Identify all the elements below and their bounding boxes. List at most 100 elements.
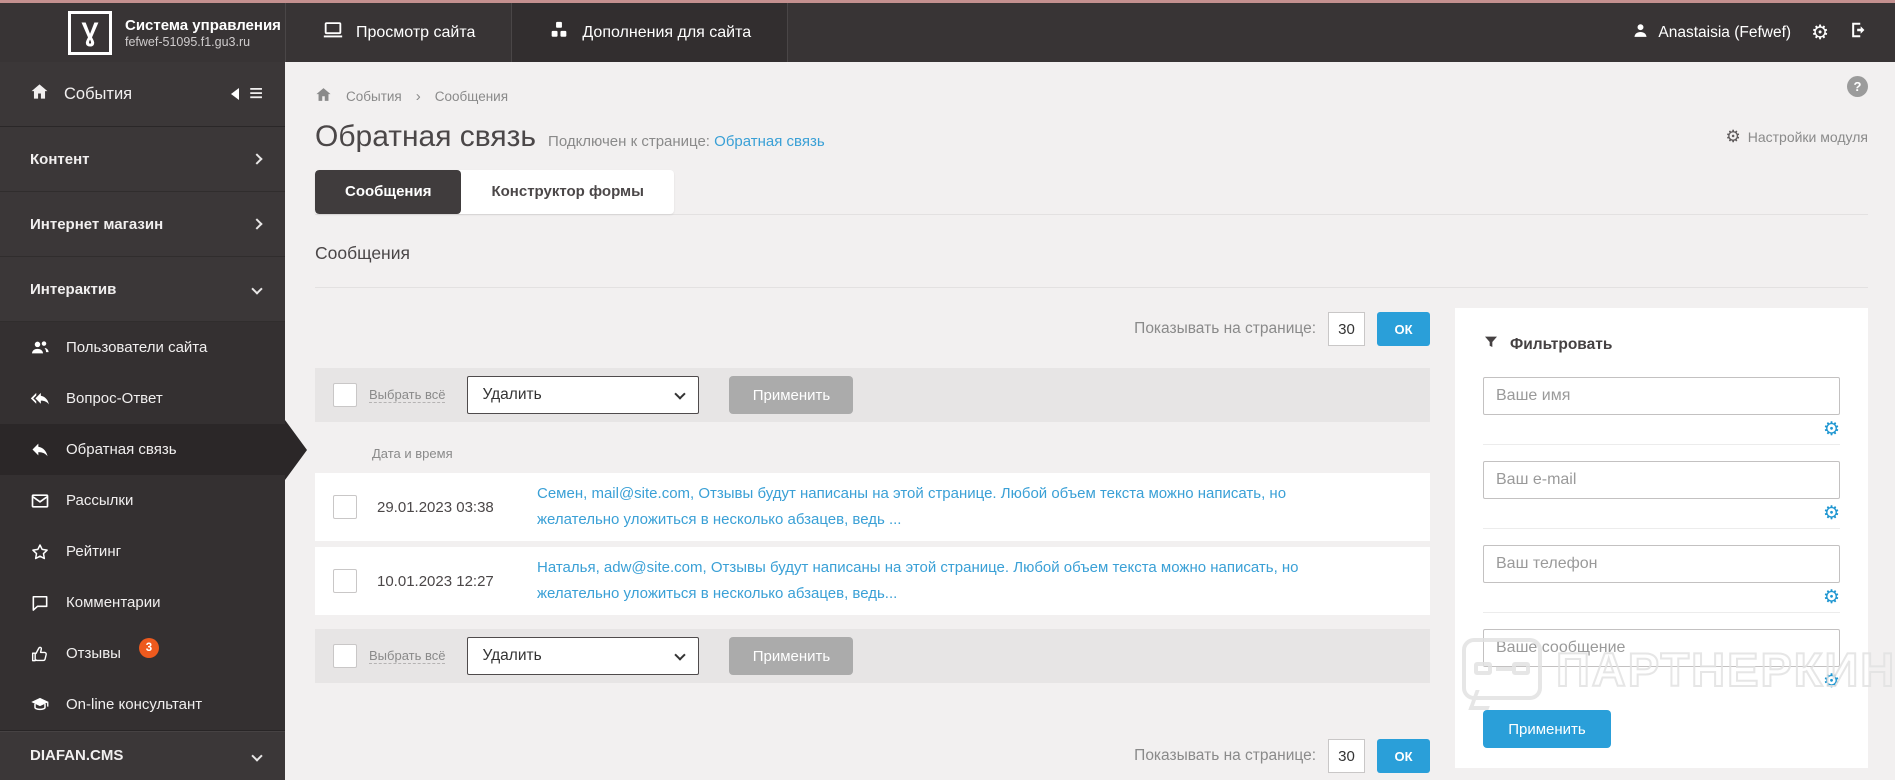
sidebar: События ≡ Контент Интернет магазин Интер… [0, 62, 307, 780]
bulk-action-select[interactable]: Удалить [467, 637, 700, 675]
home-icon [30, 82, 49, 106]
apply-bulk-button[interactable]: Применить [729, 376, 854, 414]
sidebar-section-content[interactable]: Контент [0, 127, 285, 192]
section-label: Интернет магазин [30, 215, 164, 233]
breadcrumb-messages: Сообщения [434, 88, 509, 104]
sidebar-item-newsletters[interactable]: Рассылки [0, 475, 285, 526]
sidebar-item-label: Рейтинг [66, 543, 122, 560]
comment-bubble-icon [30, 593, 50, 613]
per-page-row-bottom: Показывать на странице: ОК [315, 739, 1430, 773]
filter-header: Фильтровать [1483, 334, 1840, 355]
message-text[interactable]: Семен, mail@site.com, Отзывы будут напис… [537, 481, 1286, 533]
filter-message-input[interactable] [1483, 629, 1840, 667]
thumb-up-icon [30, 644, 50, 664]
select-all-label[interactable]: Выбрать всё [369, 648, 446, 664]
top-menu-label: Дополнения для сайта [582, 23, 752, 41]
chevron-down-icon [251, 749, 263, 762]
logout-icon[interactable] [1849, 20, 1869, 45]
message-row: 29.01.2023 03:38 Семен, mail@site.com, О… [315, 473, 1430, 541]
connected-page-label: Подключен к странице: Обратная связь [548, 133, 825, 150]
page-head: Обратная связь Подключен к странице: Обр… [315, 120, 1868, 154]
message-date: 29.01.2023 03:38 [377, 498, 494, 516]
ok-button[interactable]: ОК [1377, 312, 1430, 346]
top-menu-addons[interactable]: Дополнения для сайта [512, 3, 789, 62]
filter-phone-input[interactable] [1483, 545, 1840, 583]
sidebar-item-comments[interactable]: Комментарии [0, 577, 285, 628]
message-line: Наталья, adw@site.com, Отзывы будут напи… [537, 559, 1299, 576]
ok-button[interactable]: ОК [1377, 739, 1430, 773]
bulk-toolbar-top: Выбрать всё Удалить Применить [315, 368, 1430, 422]
sidebar-section-shop[interactable]: Интернет магазин [0, 192, 285, 257]
connected-label-text: Подключен к странице: [548, 133, 710, 150]
user-menu[interactable]: Anastaisia (Fefwef) [1632, 22, 1791, 44]
field-settings-gear-icon[interactable]: ⚙ [1823, 587, 1840, 608]
divider [1483, 612, 1840, 613]
module-settings-button[interactable]: ⚙ Настройки модуля [1725, 127, 1868, 147]
per-page-label: Показывать на странице: [1134, 747, 1316, 764]
sidebar-item-online-consultant[interactable]: On-line консультант [0, 679, 285, 730]
divider [315, 214, 1868, 215]
per-page-input[interactable] [1328, 312, 1365, 346]
bulk-action-value: Удалить [482, 386, 542, 403]
section-label: DIAFAN.CMS [30, 747, 124, 764]
row-checkbox[interactable] [333, 495, 357, 519]
bulk-action-select[interactable]: Удалить [467, 376, 700, 414]
message-row: 10.01.2023 12:27 Наталья, adw@site.com, … [315, 547, 1430, 615]
filter-panel: Фильтровать ⚙ ⚙ ⚙ ⚙ Применить [1455, 308, 1868, 768]
date-column-header: Дата и время [372, 446, 453, 461]
filter-email-input[interactable] [1483, 461, 1840, 499]
section-title: Сообщения [315, 243, 410, 263]
divider [1483, 444, 1840, 445]
field-settings-gear-icon[interactable]: ⚙ [1823, 503, 1840, 524]
breadcrumb: События › Сообщения [315, 62, 1868, 106]
brand[interactable]: Ɣ Система управления fefwef-51095.f1.gu3… [0, 3, 285, 62]
top-menu-label: Просмотр сайта [356, 23, 476, 41]
interactive-submenu: Пользователи сайта Вопрос-Ответ Обратная… [0, 322, 307, 731]
select-all-label[interactable]: Выбрать всё [369, 387, 446, 403]
sidebar-item-label: Пользователи сайта [66, 339, 208, 356]
field-settings-gear-icon[interactable]: ⚙ [1823, 419, 1840, 440]
filter-name-input[interactable] [1483, 377, 1840, 415]
breadcrumb-separator: › [415, 87, 421, 105]
select-all-checkbox[interactable] [333, 644, 357, 668]
message-line: желательно уложиться в несколько абзацев… [537, 511, 902, 528]
field-settings-gear-icon[interactable]: ⚙ [1823, 671, 1840, 692]
collapse-sidebar-icon[interactable] [230, 88, 239, 100]
filter-group-name: ⚙ [1483, 377, 1840, 445]
tab-messages[interactable]: Сообщения [315, 170, 462, 214]
sidebar-item-events[interactable]: События ≡ [0, 62, 285, 127]
top-menu-view-site[interactable]: Просмотр сайта [285, 3, 513, 62]
per-page-input[interactable] [1328, 739, 1365, 773]
apply-bulk-button[interactable]: Применить [729, 637, 854, 675]
sidebar-section-diafan-cms[interactable]: DIAFAN.CMS [0, 731, 285, 779]
divider [1483, 528, 1840, 529]
filter-funnel-icon [1483, 334, 1499, 355]
module-settings-label: Настройки модуля [1747, 129, 1868, 145]
brand-title: Система управления [125, 16, 281, 34]
active-item-arrow [285, 419, 307, 480]
per-page-row-top: Показывать на странице: ОК [315, 312, 1430, 346]
sidebar-item-qa[interactable]: Вопрос-Ответ [0, 373, 285, 424]
breadcrumb-events[interactable]: События [346, 89, 402, 104]
settings-gear-icon[interactable]: ⚙ [1811, 23, 1829, 43]
sidebar-item-feedback[interactable]: Обратная связь [0, 419, 307, 480]
row-checkbox[interactable] [333, 569, 357, 593]
breadcrumb-home-icon[interactable] [315, 86, 332, 106]
apply-filter-button[interactable]: Применить [1483, 710, 1611, 748]
sidebar-item-rating[interactable]: Рейтинг [0, 526, 285, 577]
message-line: желательно уложиться в несколько абзацев… [537, 585, 898, 602]
reviews-count-badge: 3 [138, 637, 159, 658]
sidebar-section-interactive[interactable]: Интерактив [0, 257, 285, 322]
chevron-down-icon [251, 283, 263, 295]
hamburger-icon[interactable]: ≡ [249, 82, 263, 106]
topbar-right: Anastaisia (Fefwef) ⚙ [1632, 3, 1895, 62]
tab-form-builder[interactable]: Конструктор формы [461, 170, 673, 214]
message-date: 10.01.2023 12:27 [377, 572, 494, 590]
select-all-checkbox[interactable] [333, 383, 357, 407]
sidebar-item-site-users[interactable]: Пользователи сайта [0, 322, 285, 373]
logo-glyph: Ɣ [81, 17, 99, 47]
connected-page-link[interactable]: Обратная связь [714, 133, 825, 150]
message-text[interactable]: Наталья, adw@site.com, Отзывы будут напи… [537, 555, 1299, 607]
sidebar-item-reviews[interactable]: Отзывы 3 [0, 628, 285, 679]
help-icon[interactable]: ? [1847, 76, 1868, 97]
